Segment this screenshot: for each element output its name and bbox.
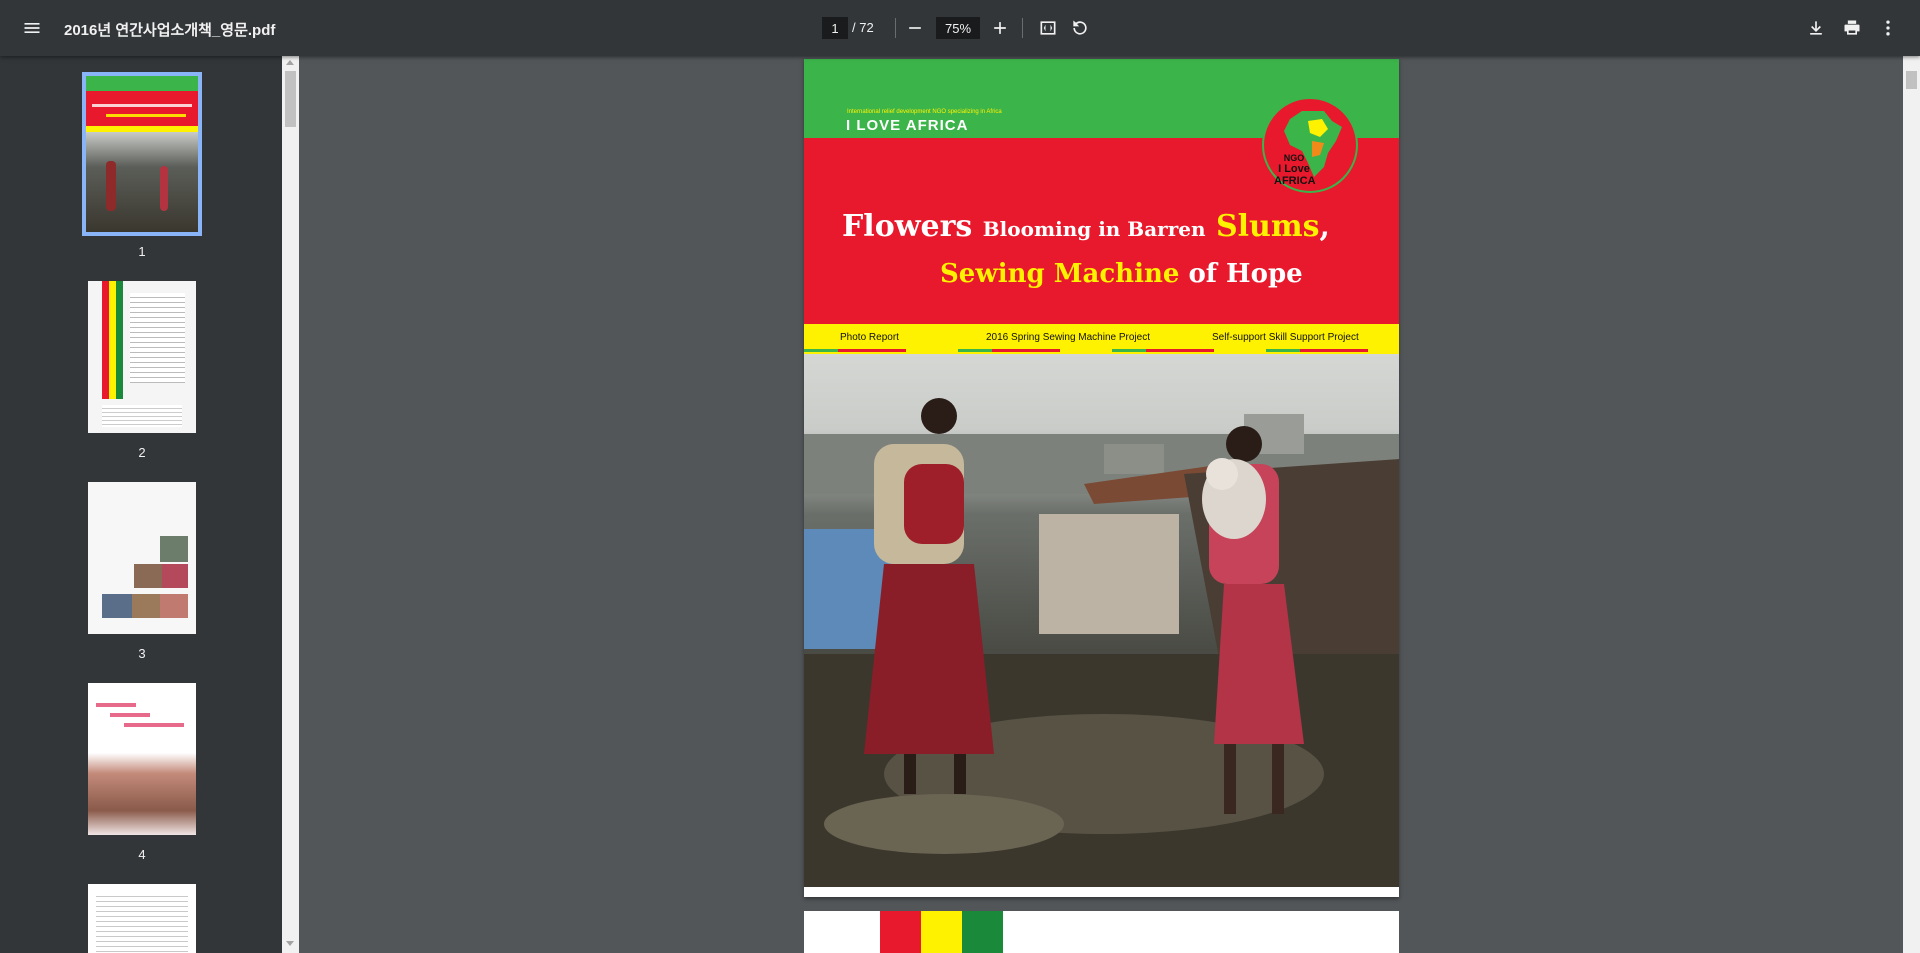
pdf-toolbar: 2016년 연간사업소개책_영문.pdf 1 / 72 75% [0,0,1920,56]
nav-underline [1266,349,1368,352]
print-icon[interactable] [1836,12,1868,44]
headline-word: Sewing Machine [940,259,1180,289]
scroll-down-arrow-icon[interactable] [286,941,294,946]
thumbnail-page-4[interactable] [82,683,202,835]
pdf-page-2 [804,911,1399,953]
pdf-page-1: International relief development NGO spe… [804,59,1399,897]
page-total: / 72 [852,20,874,35]
thumbnail-image [88,482,196,634]
nav-photo-report: Photo Report [840,332,899,343]
scrollbar-thumb[interactable] [285,71,296,127]
menu-icon[interactable] [16,12,48,44]
logo-line: I Love [1278,163,1310,175]
headline-word: , [1319,209,1330,244]
nav-underline [804,349,906,352]
headline-word: of Hope [1188,259,1303,289]
minus-icon[interactable] [899,12,931,44]
thumbnail-label: 3 [138,646,146,661]
thumbnail-sidebar: 1 2 3 4 [0,56,282,953]
nav-self-support-project: Self-support Skill Support Project [1212,332,1359,343]
main-scrollbar[interactable] [1903,56,1920,953]
thumbnail-label: 1 [138,244,146,259]
rotate-icon[interactable] [1064,12,1096,44]
nav-sewing-machine-project: 2016 Spring Sewing Machine Project [986,332,1150,343]
separator [1022,18,1023,38]
page-number-input[interactable]: 1 [822,17,848,39]
scrollbar-thumb[interactable] [1906,71,1917,89]
thumbnail-image [88,884,196,953]
tagline: International relief development NGO spe… [847,109,1002,115]
cover-photo [804,354,1399,887]
thumbnail-page-2[interactable] [82,281,202,433]
ngo-logo: NGO I Love AFRICA [1262,97,1358,193]
fit-page-icon[interactable] [1032,12,1064,44]
thumbnail-page-3[interactable] [82,482,202,634]
nav-underline [1112,349,1214,352]
headline-line-2: Sewing Machine of Hope [940,259,1303,289]
headline-word: Flowers [842,209,973,244]
more-vert-icon[interactable] [1872,12,1904,44]
download-icon[interactable] [1800,12,1832,44]
sidebar-scrollbar[interactable] [282,56,299,953]
logo-line: NGO [1283,153,1305,163]
zoom-level-input[interactable]: 75% [936,17,980,39]
thumbnail-page-1[interactable] [82,72,202,236]
thumbnail-image [88,683,196,835]
brand-name: I LOVE AFRICA [846,117,969,134]
headline-line-1: Flowers Blooming in Barren Slums, [842,209,1330,244]
thumbnail-image [82,72,202,236]
thumbnail-label: 4 [138,847,146,862]
thumbnail-page-5[interactable] [82,884,202,953]
headline-word: Blooming in Barren [982,217,1206,241]
headline-word: Slums [1215,209,1320,244]
scroll-up-arrow-icon[interactable] [286,60,294,65]
nav-underline [958,349,1060,352]
thumbnail-image [88,281,196,433]
document-title: 2016년 연간사업소개책_영문.pdf [64,22,276,39]
separator [895,18,896,38]
logo-line: AFRICA [1274,175,1316,187]
plus-icon[interactable] [984,12,1016,44]
thumbnail-label: 2 [138,445,146,460]
